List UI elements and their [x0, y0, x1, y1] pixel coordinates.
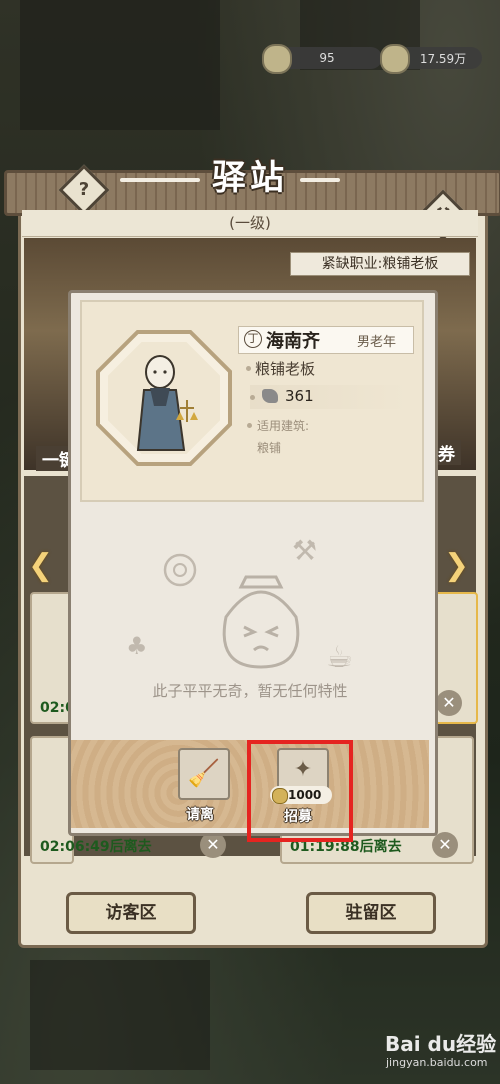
- energy-counter[interactable]: 95: [262, 44, 382, 74]
- bullet-icon: [247, 423, 252, 428]
- next-arrow-icon[interactable]: ❯: [444, 548, 469, 583]
- character-job: 粮铺老板: [255, 360, 316, 378]
- building-value: 粮铺: [257, 441, 282, 455]
- dismiss-label: 请离: [186, 807, 214, 823]
- watermark-url: jingyan.baidu.com: [386, 1056, 488, 1069]
- watermark-logo: Bai du经验: [385, 1032, 497, 1056]
- character-portrait: [136, 355, 198, 451]
- hammer-icon: ⚒: [292, 534, 318, 567]
- character-tag: 男老年: [357, 335, 397, 350]
- power-value: 361: [285, 387, 314, 405]
- close-icon[interactable]: ✕: [432, 832, 458, 858]
- visitor-area-button[interactable]: 访客区: [66, 892, 196, 934]
- highlight-box: [247, 740, 353, 842]
- trait-text: 此子平平无奇，暂无任何特性: [152, 682, 348, 700]
- thought-bubble-icon: [163, 553, 197, 587]
- station-level: (一级): [22, 210, 478, 237]
- face-illustration: [222, 575, 300, 669]
- prev-arrow-icon[interactable]: ❮: [28, 548, 53, 583]
- bullet-icon: [246, 366, 251, 371]
- coin-counter[interactable]: 17.59万: [380, 44, 482, 74]
- tier-icon: 丁: [244, 330, 262, 348]
- teapot-icon: ☕: [326, 640, 353, 675]
- bullet-icon: [250, 395, 255, 400]
- broom-icon: 🧹: [187, 759, 221, 789]
- character-name: 海南齐: [266, 331, 320, 352]
- question-icon: ?: [78, 179, 90, 200]
- leaf-icon: ♣: [126, 632, 148, 660]
- slot-timer: 02:06:49后离去: [40, 839, 152, 855]
- close-icon[interactable]: ✕: [436, 690, 462, 716]
- shortage-label: 紧缺职业:粮铺老板: [290, 252, 470, 276]
- power-icon: [262, 389, 278, 403]
- dismiss-button[interactable]: 🧹: [178, 748, 230, 800]
- page-title: 驿站: [212, 158, 288, 198]
- stay-area-button[interactable]: 驻留区: [306, 892, 436, 934]
- coin-icon: [380, 44, 410, 74]
- bowl-icon: [262, 44, 292, 74]
- building-label: 适用建筑:: [257, 419, 310, 433]
